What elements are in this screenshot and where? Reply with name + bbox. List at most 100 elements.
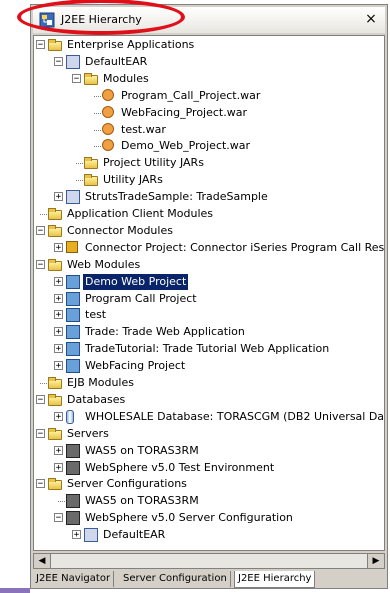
server-icon [66, 460, 80, 475]
tree-node[interactable]: EJB Modules [34, 375, 384, 391]
collapse-icon[interactable]: − [54, 56, 63, 66]
folder-icon [48, 258, 62, 271]
tree-node[interactable]: − DefaultEAR [34, 54, 384, 70]
tree-node-label: Demo_Web_Project.war [121, 139, 251, 153]
tree-node-label: WebSphere v5.0 Test Environment [85, 460, 275, 474]
collapse-icon[interactable]: − [36, 428, 45, 438]
tree-node[interactable]: Program_Call_Project.war [34, 88, 384, 104]
tab-j2ee-hierarchy[interactable]: J2EE Hierarchy [234, 571, 316, 588]
server-icon [66, 443, 80, 458]
war-icon [102, 88, 114, 101]
hierarchy-tree[interactable]: − Enterprise Applications − DefaultEAR − Modu… [33, 35, 385, 551]
tree-node-label: DefaultEAR [103, 528, 166, 542]
folder-icon [48, 427, 62, 440]
tree-node[interactable]: − Connector Modules [34, 223, 384, 239]
tree-node-label: Connector Modules [67, 223, 173, 237]
tree-connector-line [40, 214, 47, 215]
tree-node[interactable]: Application Client Modules [34, 206, 384, 222]
tree-node-label: StrutsTradeSample: TradeSample [85, 190, 268, 204]
folder-icon [48, 224, 62, 237]
collapse-icon[interactable]: − [36, 479, 45, 489]
folder-icon [48, 39, 62, 51]
expand-icon[interactable]: + [54, 276, 63, 286]
tree-node-label: TradeTutorial: Trade Tutorial Web Applic… [85, 342, 330, 356]
tree-node[interactable]: + WebFacing Project [34, 358, 384, 374]
tree-node-label: EJB Modules [67, 376, 134, 389]
tree-node[interactable]: WebFacing_Project.war [34, 105, 384, 121]
tree-node-label: Project Utility JARs [103, 156, 204, 170]
expand-icon[interactable]: + [54, 344, 63, 354]
tree-node[interactable]: − Web Modules [34, 257, 384, 273]
expand-icon[interactable]: + [54, 293, 63, 303]
tree-node[interactable]: − Modules [34, 71, 384, 87]
server-config-icon [66, 494, 80, 509]
tree-node[interactable]: + TradeTutorial: Trade Tutorial Web Appli… [34, 341, 384, 357]
tree-node[interactable]: − Servers [34, 426, 384, 442]
expand-icon[interactable]: + [54, 361, 63, 371]
tree-node-label: Utility JARs [103, 173, 163, 187]
tree-connector-line [94, 112, 101, 114]
tree-node[interactable]: Project Utility JARs [34, 155, 384, 171]
tree-node[interactable]: + WHOLESALE Database: TORASCGM (DB2 Unive… [34, 409, 384, 425]
web-project-icon [66, 308, 80, 323]
tree-node[interactable]: − Databases [34, 392, 384, 408]
ear-icon [66, 190, 80, 205]
tree-node[interactable]: − WebSphere v5.0 Server Configuration [34, 510, 384, 526]
folder-icon [48, 377, 62, 389]
web-project-icon [66, 359, 80, 374]
ear-icon [84, 528, 98, 543]
tree-node[interactable]: WAS5 on TORAS3RM [34, 493, 384, 509]
war-icon [102, 105, 114, 118]
tree-node-label: Modules [103, 71, 149, 85]
j2ee-hierarchy-view: J2EE Hierarchy × − Enterprise Application… [17, 0, 388, 589]
folder-icon [48, 208, 62, 220]
tree-node-label: test.war [121, 122, 166, 136]
tree-node[interactable]: + DefaultEAR [34, 527, 384, 543]
expand-icon[interactable]: + [54, 411, 63, 421]
tree-node[interactable]: − Enterprise Applications [34, 37, 384, 53]
collapse-icon[interactable]: − [36, 40, 45, 50]
view-tabs: J2EE Navigator Server Configuration J2EE… [33, 571, 385, 588]
collapse-icon[interactable]: − [36, 225, 45, 235]
tab-j2ee-navigator[interactable]: J2EE Navigator [33, 571, 115, 587]
tree-node-label: WAS5 on TORAS3RM [85, 494, 199, 508]
expand-icon[interactable]: + [54, 445, 63, 455]
tree-node[interactable]: + Trade: Trade Web Application [34, 324, 384, 340]
folder-icon [84, 174, 98, 187]
expand-icon[interactable]: + [54, 462, 63, 472]
tree-node[interactable]: Demo_Web_Project.war [34, 138, 384, 154]
tree-node-label: Demo Web Project [83, 273, 189, 290]
tree-node[interactable]: + Program Call Project [34, 291, 384, 307]
tree-node-label: Program Call Project [85, 291, 197, 305]
tree-node[interactable]: test.war [34, 122, 384, 138]
tree-node-label: Databases [67, 392, 126, 406]
tree-node[interactable]: + WAS5 on TORAS3RM [34, 443, 384, 459]
tree-node[interactable]: + test [34, 307, 384, 323]
tree-node[interactable]: Utility JARs [34, 172, 384, 188]
expand-icon[interactable]: + [54, 192, 63, 202]
tree-node-label: WAS5 on TORAS3RM [85, 443, 199, 457]
tree-connector-line [58, 501, 65, 503]
scroll-right-button[interactable]: ▶ [367, 554, 384, 568]
tab-server-configuration[interactable]: Server Configuration [120, 571, 231, 587]
tree-node-label: WebFacing Project [85, 359, 186, 373]
tree-node[interactable]: − Server Configurations [34, 476, 384, 492]
horizontal-scrollbar[interactable]: ◀ ▶ [33, 553, 385, 569]
tree-node[interactable]: + Demo Web Project [34, 273, 384, 290]
close-view-button[interactable]: × [363, 11, 379, 27]
tree-connector-line [40, 383, 47, 384]
collapse-icon[interactable]: − [36, 259, 45, 269]
tree-node[interactable]: + StrutsTradeSample: TradeSample [34, 189, 384, 205]
expand-icon[interactable]: + [54, 242, 63, 252]
collapse-icon[interactable]: − [36, 394, 45, 404]
expand-icon[interactable]: + [54, 327, 63, 337]
scroll-left-button[interactable]: ◀ [34, 554, 51, 568]
connector-icon [66, 240, 78, 253]
expand-icon[interactable]: + [54, 310, 63, 320]
tree-node[interactable]: + WebSphere v5.0 Test Environment [34, 460, 384, 476]
tree-node[interactable]: + Connector Project: Connector iSeries Pr… [34, 240, 384, 256]
collapse-icon[interactable]: − [54, 513, 63, 523]
folder-icon [84, 72, 98, 85]
collapse-icon[interactable]: − [72, 73, 81, 83]
expand-icon[interactable]: + [72, 530, 81, 540]
